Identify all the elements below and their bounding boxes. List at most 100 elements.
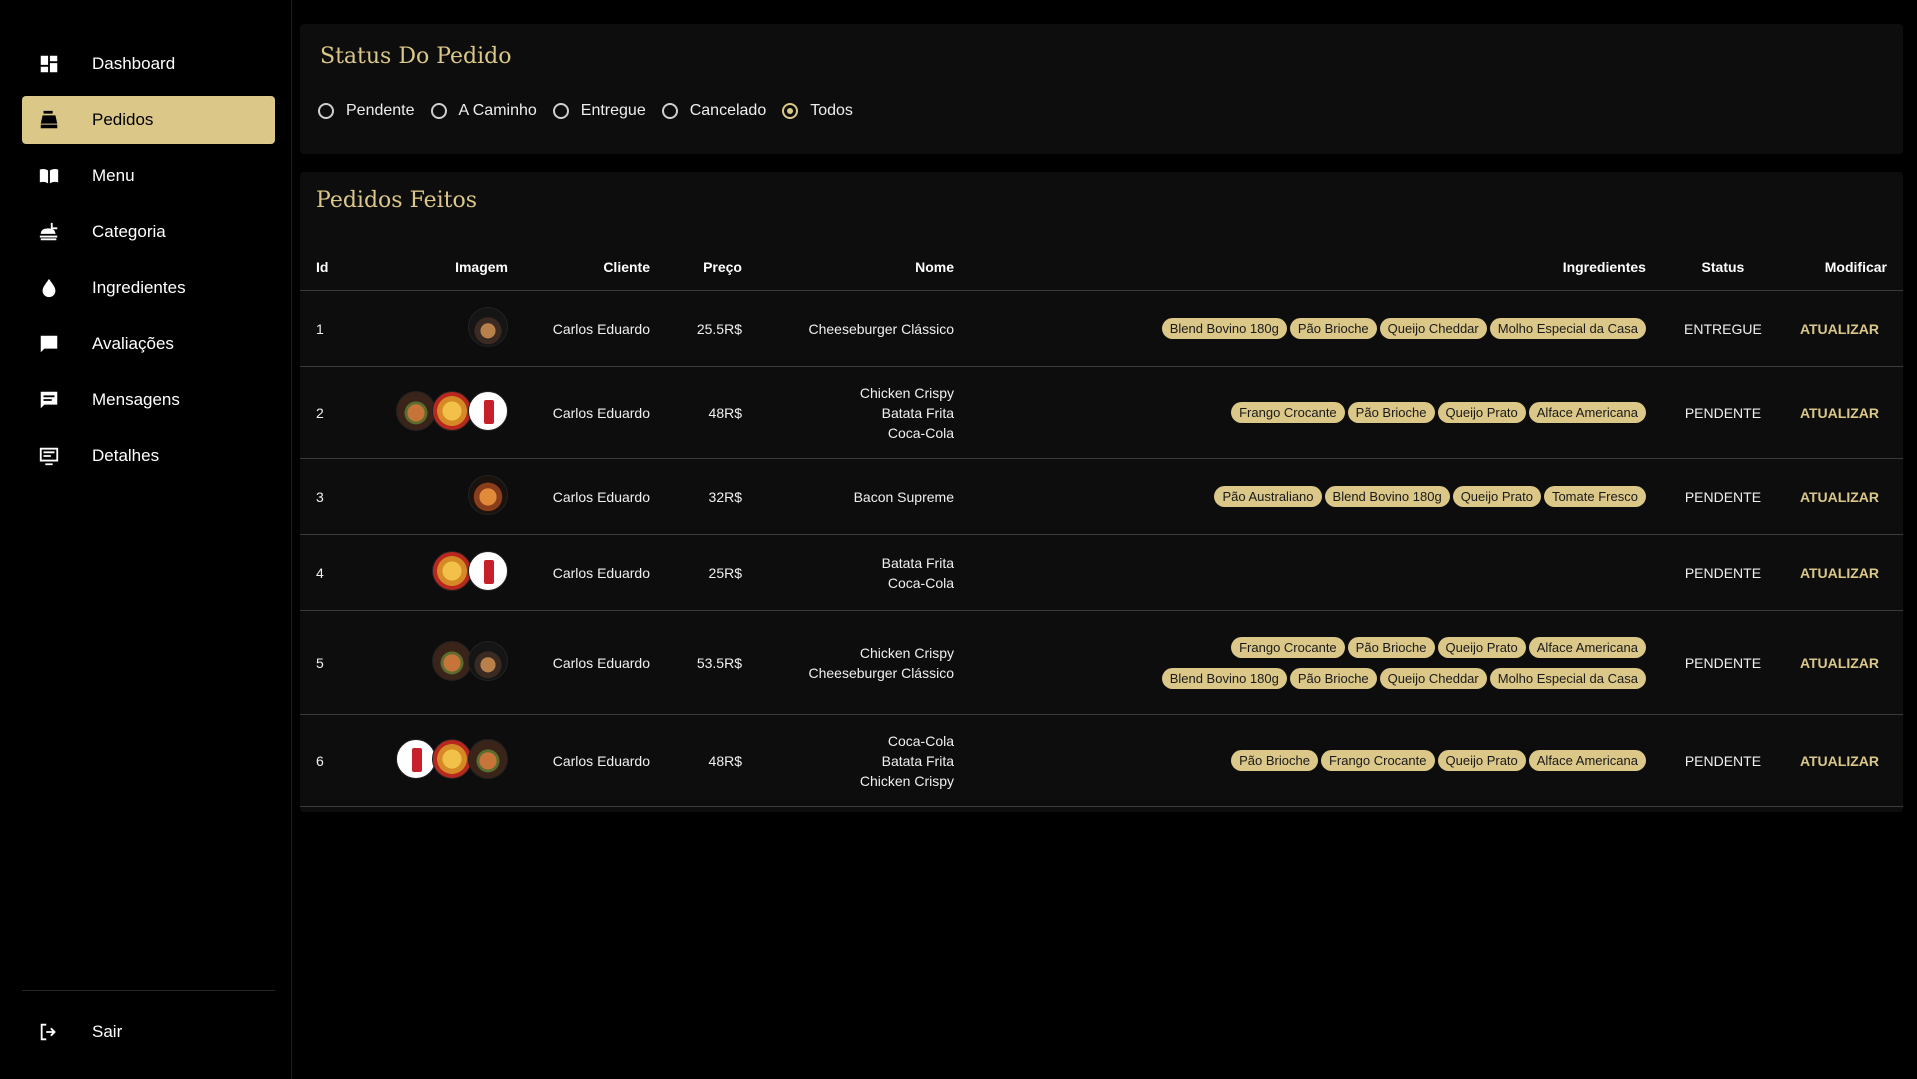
radio-circle[interactable] xyxy=(318,103,334,119)
cell-status: PENDENTE xyxy=(1661,534,1784,611)
update-button[interactable]: ATUALIZAR xyxy=(1800,489,1879,505)
ingredient-chip: Molho Especial da Casa xyxy=(1489,318,1646,339)
drop-icon xyxy=(38,277,60,299)
ingredient-chip: Pão Brioche xyxy=(1289,318,1377,339)
orders-card: Pedidos Feitos Id Imagem Cliente Preço N… xyxy=(300,172,1903,812)
rate-review-icon xyxy=(38,333,60,355)
product-image-fries xyxy=(432,739,472,779)
cell-preco: 48R$ xyxy=(666,714,758,807)
cell-nome: Chicken Crispy Batata Frita Coca-Cola xyxy=(758,366,970,459)
ingredient-chip: Alface Americana xyxy=(1528,750,1646,771)
table-header-row: Id Imagem Cliente Preço Nome Ingrediente… xyxy=(300,244,1903,291)
header-id: Id xyxy=(300,244,372,291)
ingredient-chip: Queijo Cheddar xyxy=(1379,667,1487,689)
cell-imagem xyxy=(372,290,524,367)
book-icon xyxy=(38,165,60,187)
cell-cliente: Carlos Eduardo xyxy=(524,366,666,459)
update-button[interactable]: ATUALIZAR xyxy=(1800,655,1879,671)
product-thumbnails xyxy=(432,641,508,681)
cell-ingredientes: Blend Bovino 180g Pão Brioche Queijo Chedd… xyxy=(970,290,1662,367)
food-tray-icon xyxy=(38,221,60,243)
ingredient-group: Frango Crocante Pão Brioche Queijo Prato Al… xyxy=(986,402,1646,423)
ingredient-chip: Molho Especial da Casa xyxy=(1489,667,1646,689)
cell-nome: Cheeseburger Clássico xyxy=(758,290,970,367)
ingredient-chip: Blend Bovino 180g xyxy=(1161,667,1287,689)
sidebar-item-label: Detalhes xyxy=(92,446,160,465)
product-thumbnails xyxy=(468,475,508,515)
radio-circle[interactable] xyxy=(552,103,569,119)
logout-button[interactable]: Sair xyxy=(22,1008,275,1056)
message-icon xyxy=(38,389,60,411)
sidebar-item-avaliacoes[interactable]: Avaliações xyxy=(22,320,275,368)
product-name: Bacon Supreme xyxy=(853,488,954,505)
cell-modificar: ATUALIZAR xyxy=(1783,714,1903,807)
ingredient-chip: Blend Bovino 180g xyxy=(1324,486,1450,507)
sidebar-item-pedidos[interactable]: Pedidos xyxy=(22,96,275,144)
status-radio-a-caminho[interactable]: A Caminho xyxy=(430,102,537,120)
cell-modificar: ATUALIZAR xyxy=(1783,366,1903,459)
sidebar-item-menu[interactable]: Menu xyxy=(22,152,275,200)
sidebar-item-detalhes[interactable]: Detalhes xyxy=(22,432,275,480)
sidebar-item-label: Mensagens xyxy=(92,390,180,409)
product-image-fries xyxy=(432,391,472,431)
sidebar-item-label: Categoria xyxy=(92,222,166,241)
product-thumbnails xyxy=(396,391,508,431)
product-image-cola xyxy=(396,739,436,779)
cell-cliente: Carlos Eduardo xyxy=(524,458,666,535)
sidebar-item-ingredientes[interactable]: Ingredientes xyxy=(22,264,275,312)
product-image-fries xyxy=(432,551,472,591)
header-status: Status xyxy=(1661,244,1784,291)
cell-ingredientes: Pão Australiano Blend Bovino 180g Queijo P… xyxy=(970,458,1662,535)
table-row: 2 Carlos Eduardo 48R$ Chicken Crispy Batata … xyxy=(300,366,1903,459)
cell-modificar: ATUALIZAR xyxy=(1783,458,1903,535)
cell-modificar: ATUALIZAR xyxy=(1783,290,1903,367)
product-name: Chicken Crispy xyxy=(859,384,954,401)
cell-ingredientes: Frango Crocante Pão Brioche Queijo Prato Al… xyxy=(970,610,1662,715)
sidebar-item-label: Ingredientes xyxy=(92,278,186,297)
status-radio-todos[interactable]: Todos xyxy=(782,102,853,120)
status-radio-group: Pendente A Caminho Entregue Cancelado Todos xyxy=(318,102,869,120)
cell-id: 3 xyxy=(300,458,372,535)
table-row: 1 Carlos Eduardo 25.5R$ Cheeseburger Clássi… xyxy=(300,290,1903,367)
cell-status: PENDENTE xyxy=(1661,714,1784,807)
status-radio-entregue[interactable]: Entregue xyxy=(552,102,646,120)
product-name: Chicken Crispy xyxy=(859,772,954,789)
table-row: 5 Carlos Eduardo 53.5R$ Chicken Crispy Chees… xyxy=(300,610,1903,715)
sidebar-item-mensagens[interactable]: Mensagens xyxy=(22,376,275,424)
cell-preco: 53.5R$ xyxy=(666,610,758,715)
cell-id: 6 xyxy=(300,714,372,807)
orders-table: Id Imagem Cliente Preço Nome Ingrediente… xyxy=(300,244,1903,807)
update-button[interactable]: ATUALIZAR xyxy=(1800,753,1879,769)
cell-imagem xyxy=(372,534,524,611)
cell-imagem xyxy=(372,458,524,535)
update-button[interactable]: ATUALIZAR xyxy=(1800,565,1879,581)
cell-ingredientes: Pão Brioche Frango Crocante Queijo Prato Al… xyxy=(970,714,1662,807)
sidebar: Dashboard Pedidos Menu Categoria Ingrediente… xyxy=(0,0,292,1079)
table-row: 6 Carlos Eduardo 48R$ Coca-Cola Batata Frita… xyxy=(300,714,1903,807)
sidebar-divider xyxy=(22,990,275,991)
radio-circle[interactable] xyxy=(661,103,678,119)
product-name: Coca-Cola xyxy=(887,574,954,591)
ingredient-chip: Blend Bovino 180g xyxy=(1161,318,1287,339)
radio-circle[interactable] xyxy=(782,103,799,119)
status-radio-cancelado[interactable]: Cancelado xyxy=(661,102,766,120)
sidebar-item-categoria[interactable]: Categoria xyxy=(22,208,275,256)
table-row: 3 Carlos Eduardo 32R$ Bacon Supreme Pão Aust… xyxy=(300,458,1903,535)
sidebar-item-dashboard[interactable]: Dashboard xyxy=(22,40,275,88)
update-button[interactable]: ATUALIZAR xyxy=(1800,405,1879,421)
ingredient-chip: Alface Americana xyxy=(1528,636,1646,658)
header-modificar: Modificar xyxy=(1783,244,1903,291)
product-image-burger-dark xyxy=(468,641,508,681)
product-name: Cheeseburger Clássico xyxy=(808,664,954,681)
update-button[interactable]: ATUALIZAR xyxy=(1800,321,1879,337)
cell-cliente: Carlos Eduardo xyxy=(524,714,666,807)
sidebar-item-label: Pedidos xyxy=(92,110,154,129)
product-thumbnails xyxy=(468,307,508,347)
status-radio-pendente[interactable]: Pendente xyxy=(318,102,415,120)
product-name: Chicken Crispy xyxy=(859,644,954,661)
orders-table-body: 1 Carlos Eduardo 25.5R$ Cheeseburger Clássi… xyxy=(300,290,1903,807)
cell-preco: 32R$ xyxy=(666,458,758,535)
radio-label: Pendente xyxy=(346,102,415,119)
radio-circle[interactable] xyxy=(430,103,447,119)
cell-nome: Bacon Supreme xyxy=(758,458,970,535)
